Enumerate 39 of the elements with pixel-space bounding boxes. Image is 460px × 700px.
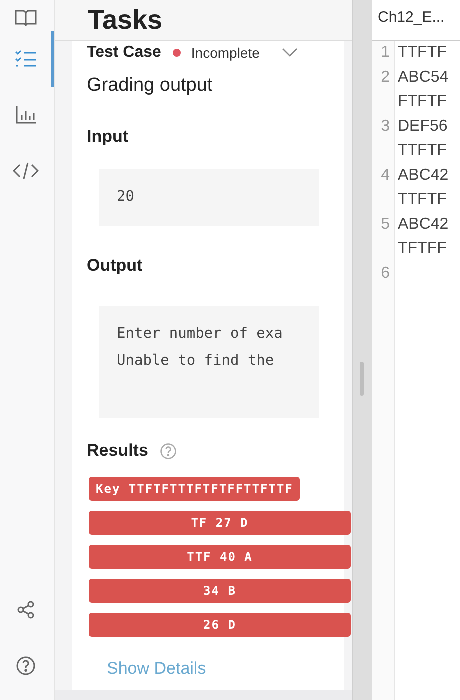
code-line: TTFTF xyxy=(398,141,448,161)
code-line: FTFTF xyxy=(398,92,448,112)
code-line: ABC42 xyxy=(398,214,449,234)
help-icon[interactable] xyxy=(160,442,178,460)
code-icon xyxy=(12,162,38,180)
drag-handle[interactable] xyxy=(360,362,364,396)
output-label: Output xyxy=(87,256,144,276)
code-line: TTFTF xyxy=(398,190,448,210)
line-number: 5 xyxy=(380,214,391,234)
share-icon[interactable] xyxy=(16,601,34,619)
answer-key-badge: Key TTFTFTTTFTFTFFTTFTTF xyxy=(89,477,300,501)
code-line: ABC42 xyxy=(398,166,449,186)
status-text: Incomplete xyxy=(191,45,260,61)
grading-output-label: Grading output xyxy=(87,75,214,97)
input-label: Input xyxy=(87,127,130,147)
test-case-label: Test Case xyxy=(87,44,162,62)
results-label: Results xyxy=(87,441,148,461)
line-number: 4 xyxy=(380,166,391,186)
line-number: 3 xyxy=(380,116,391,136)
line-number: 6 xyxy=(380,264,391,284)
input-box: 20 xyxy=(99,169,319,226)
checklist-icon xyxy=(14,49,36,69)
book-icon xyxy=(14,8,38,28)
status-dot xyxy=(173,49,182,57)
code-line: ABC54 xyxy=(398,68,449,88)
line-number: 1 xyxy=(380,43,391,63)
result-badge: TTF 40 A xyxy=(89,545,351,569)
help-icon[interactable] xyxy=(16,656,36,676)
panel-title: Tasks xyxy=(88,4,163,36)
code-line: DEF56 xyxy=(398,116,448,136)
result-badge: 34 B xyxy=(89,579,351,603)
chevron-icon[interactable] xyxy=(282,48,298,58)
result-badge: TF 27 D xyxy=(89,511,351,535)
code-line: TTFTF xyxy=(398,43,447,63)
line-number: 2 xyxy=(380,68,391,88)
chart-icon xyxy=(14,105,36,125)
code-line: TFTFF xyxy=(398,239,448,259)
result-badge: 26 D xyxy=(89,613,351,637)
output-box: Enter number of exa Unable to find the xyxy=(99,306,319,418)
